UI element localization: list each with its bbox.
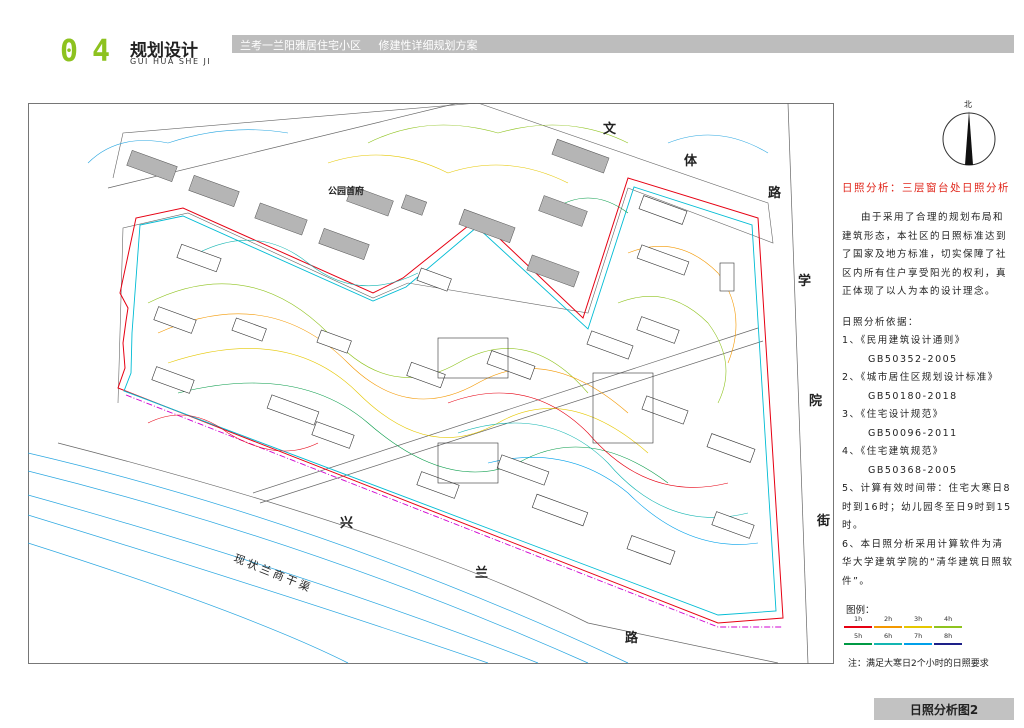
basis-item: GB50368-2005 [868,464,958,476]
road-south-char-1: 兴 [340,515,353,531]
legend-swatch [844,643,872,645]
neighbor-label: 公园首府 [328,185,364,197]
legend-item: 6h [874,632,902,646]
legend-item-label: 3h [914,615,923,623]
site-plan-drawing: 文 体 路 学 院 街 兴 兰 路 现状兰商干渠 公园首府 [28,103,834,664]
drawing-title-bar: 日照分析图2 [874,698,1014,720]
legend-item: 3h [904,615,932,629]
road-north-char-3: 路 [768,185,782,201]
road-east-char-3: 街 [816,513,830,529]
sunlight-note: 注：满足大寒日2个小时的日照要求 [848,659,989,669]
notes-heading: 日照分析：三层窗台处日照分析 [842,182,1010,194]
basis-item: 2、《城市居住区规划设计标准》 [842,372,999,383]
basis-item: GB50352-2005 [868,353,958,365]
legend-item-label: 8h [944,632,953,640]
section-number: 04 [60,34,125,69]
legend-item-label: 6h [884,632,893,640]
road-north-char-2: 体 [684,153,698,169]
sunlight-notes: 日照分析：三层窗台处日照分析 由于采用了合理的规划布局和建筑形态，本社区的日照标… [842,180,1014,591]
basis-item: 1、《民用建筑设计通则》 [842,335,966,346]
legend-item-label: 2h [884,615,893,623]
basis-item: GB50096-2011 [868,427,958,439]
road-south-char-3: 路 [625,630,639,646]
north-arrow-icon: 北 [942,100,996,166]
basis-item: 3、《住宅设计规范》 [842,409,944,420]
legend-item: 8h [934,632,962,646]
legend-swatch [904,626,932,628]
basis-item: 5、计算有效时间带：住宅大寒日8时到16时；幼儿园冬至日9时到15时。 [842,483,1012,531]
legend-item-label: 1h [854,615,863,623]
legend-swatch [874,626,902,628]
legend-item: 1h [844,615,872,629]
drawing-title: 日照分析图2 [909,703,979,717]
legend-item: 5h [844,632,872,646]
road-south-char-2: 兰 [475,565,488,581]
legend-item: 7h [904,632,932,646]
legend-item: 2h [874,615,902,629]
notes-paragraph: 由于采用了合理的规划布局和建筑形态，本社区的日照标准达到了国家及地方标准，切实保… [842,212,1008,297]
north-arrow-label: 北 [964,100,972,109]
legend-swatch [934,626,962,628]
legend-item: 4h [934,615,962,629]
basis-item: 6、本日照分析采用计算软件为清华大学建筑学院的“清华建筑日照软件”。 [842,538,1014,587]
basis-list: 1、《民用建筑设计通则》 GB50352-2005 2、《城市居住区规划设计标准》 G… [842,332,1014,591]
basis-item: 4、《住宅建筑规范》 [842,446,944,457]
legend-swatch [844,626,872,628]
legend-title: 图例： [846,605,875,616]
basis-item: GB50180-2018 [868,390,958,402]
legend-item-label: 4h [944,615,953,623]
project-banner: 兰考一兰阳雅居住宅小区 修建性详细规划方案 [232,35,1014,53]
basis-title: 日照分析依据： [842,316,920,328]
legend-swatch [874,643,902,645]
legend-item-label: 5h [854,632,863,640]
section-pinyin: GUI HUA SHE JI [130,57,212,66]
road-east-char-1: 学 [798,273,811,289]
road-north-char-1: 文 [603,121,617,137]
legend-item-label: 7h [914,632,923,640]
project-banner-text: 兰考一兰阳雅居住宅小区 修建性详细规划方案 [240,39,478,52]
legend-swatch [934,643,962,645]
legend-swatch [904,643,932,645]
road-east-char-2: 院 [809,393,822,409]
